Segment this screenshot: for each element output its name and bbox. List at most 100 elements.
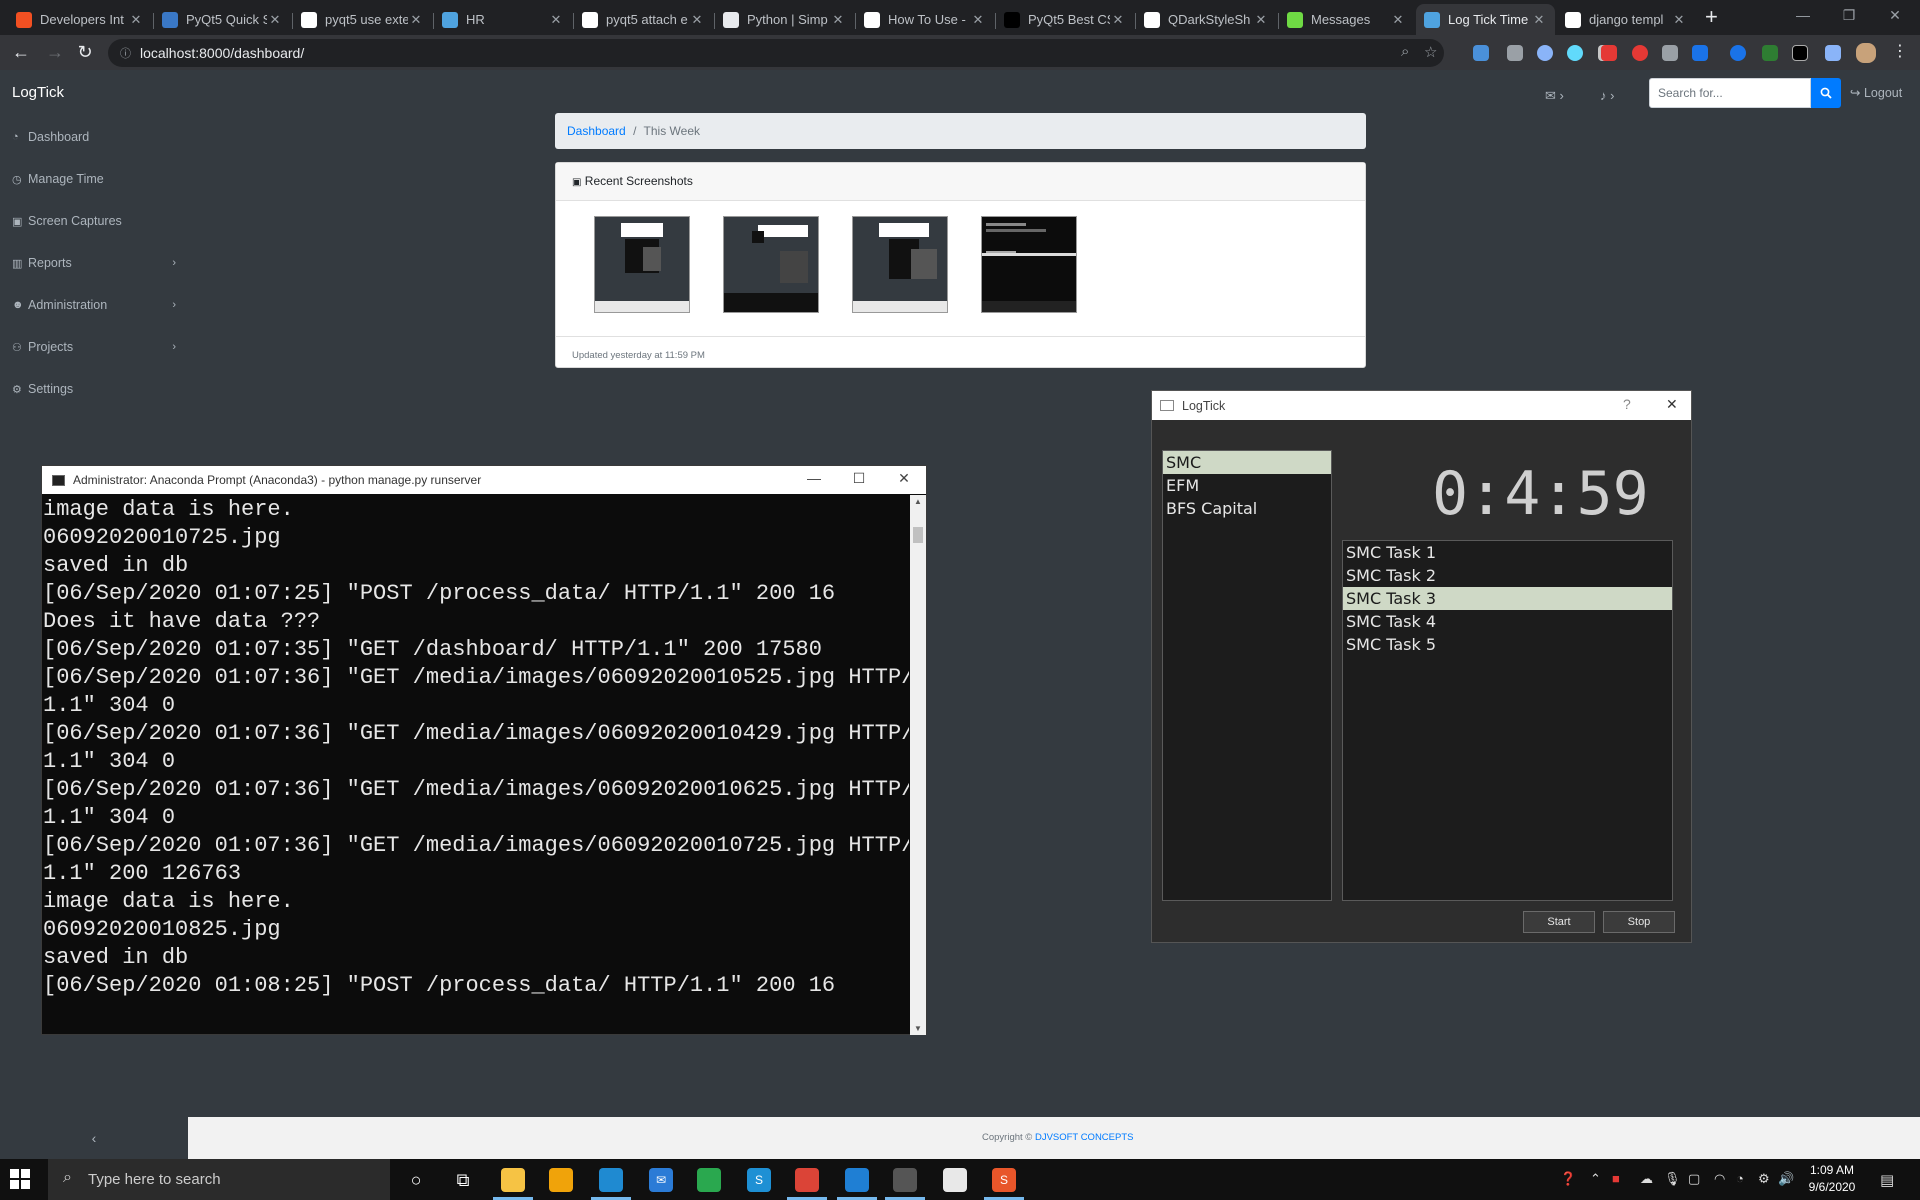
task-list-item[interactable]: SMC Task 1 <box>1343 541 1672 564</box>
taskbar-search-box[interactable]: ⌕ Type here to search <box>48 1159 390 1200</box>
adblock-icon[interactable] <box>1601 45 1617 61</box>
close-tab-icon[interactable]: ✕ <box>128 12 144 28</box>
sublime-icon[interactable]: S <box>992 1168 1016 1192</box>
extension-icon[interactable] <box>1662 45 1678 61</box>
messages-icon[interactable]: ✉ › <box>1545 88 1564 104</box>
extension-icon[interactable] <box>1473 45 1489 61</box>
project-list-item[interactable]: BFS Capital <box>1163 497 1331 520</box>
mail-icon[interactable]: ✉ <box>649 1168 673 1192</box>
address-bar[interactable]: ⓘ localhost:8000/dashboard/ ⌕ ☆ <box>108 39 1444 67</box>
scroll-up-arrow-icon[interactable]: ▲ <box>910 497 926 506</box>
task-list-item[interactable]: SMC Task 2 <box>1343 564 1672 587</box>
scrollbar-thumb[interactable] <box>913 527 923 543</box>
browser-tab[interactable]: Log Tick Time ✕ <box>1416 4 1555 35</box>
chrome-icon[interactable] <box>795 1168 819 1192</box>
task-list-item[interactable]: SMC Task 5 <box>1343 633 1672 656</box>
browser-tab[interactable]: django templ ✕ <box>1557 4 1695 35</box>
browser-tab[interactable]: PyQt5 Quick S ✕ <box>154 4 291 35</box>
close-tab-icon[interactable]: ✕ <box>1390 12 1406 28</box>
sidebar-item-reports[interactable]: ▥ Reports › <box>0 242 186 284</box>
browser-tab[interactable]: Python | Simp ✕ <box>715 4 854 35</box>
browser-tab[interactable]: Messages ✕ <box>1279 4 1414 35</box>
search-button[interactable] <box>1811 78 1841 108</box>
brand-logo[interactable]: LogTick <box>12 84 64 101</box>
browser-tab[interactable]: pyqt5 attach e ✕ <box>574 4 713 35</box>
chrome-menu-icon[interactable]: ⋮ <box>1888 41 1912 65</box>
breadcrumb-dashboard-link[interactable]: Dashboard <box>567 124 626 138</box>
file-explorer-icon[interactable] <box>501 1168 525 1192</box>
tray-app-icon[interactable]: ◔ <box>1736 1171 1744 1186</box>
minimize-window-button[interactable]: — <box>1780 0 1826 30</box>
notifications-icon[interactable]: ▤ <box>1880 1171 1894 1189</box>
profile-avatar[interactable] <box>1856 43 1876 63</box>
screenshot-thumbnail[interactable] <box>852 216 948 313</box>
skype-icon[interactable]: S <box>747 1168 771 1192</box>
console-maximize-button[interactable]: ☐ <box>849 470 869 487</box>
close-tab-icon[interactable]: ✕ <box>1253 12 1269 28</box>
project-list-item[interactable]: EFM <box>1163 474 1331 497</box>
edge-dev-icon[interactable] <box>697 1168 721 1192</box>
search-input[interactable]: Search for... <box>1649 78 1811 108</box>
bookmark-star-icon[interactable]: ☆ <box>1424 43 1437 61</box>
console-close-button[interactable]: ✕ <box>894 470 914 487</box>
help-button[interactable]: ? <box>1623 396 1631 412</box>
windows-start-icon[interactable] <box>10 1169 30 1189</box>
tray-app-icon[interactable]: ■ <box>1612 1171 1620 1186</box>
react-devtools-icon[interactable] <box>1567 45 1583 61</box>
sidebar-item-dashboard[interactable]: ◔ Dashboard <box>0 116 186 158</box>
task-view-icon[interactable]: ⧉ <box>451 1168 475 1192</box>
onedrive-icon[interactable]: ☁ <box>1640 1171 1653 1187</box>
console-minimize-button[interactable]: — <box>804 470 824 486</box>
zoom-icon[interactable]: ⌕ <box>1401 43 1409 60</box>
sidebar-item-administration[interactable]: ☻ Administration › <box>0 284 186 326</box>
cortana-icon[interactable]: ○ <box>404 1168 428 1192</box>
extension-icon[interactable] <box>1762 45 1778 61</box>
project-list-item[interactable]: SMC <box>1163 451 1331 474</box>
scroll-down-arrow-icon[interactable]: ▼ <box>910 1024 926 1033</box>
console-output[interactable]: image data is here. 06092020010725.jpg s… <box>43 495 909 1035</box>
new-tab-button[interactable]: + <box>1705 5 1718 29</box>
start-button[interactable]: Start <box>1523 911 1595 933</box>
sidebar-item-projects[interactable]: ⚇ Projects › <box>0 326 186 368</box>
close-tab-icon[interactable]: ✕ <box>970 12 986 28</box>
close-tab-icon[interactable]: ✕ <box>548 12 564 28</box>
browser-tab[interactable]: HR ✕ <box>434 4 572 35</box>
browser-tab[interactable]: pyqt5 use exte ✕ <box>293 4 432 35</box>
extensions-puzzle-icon[interactable] <box>1825 45 1841 61</box>
extension-icon[interactable] <box>1632 45 1648 61</box>
edge-icon[interactable] <box>599 1168 623 1192</box>
settings-tray-icon[interactable]: ⚙ <box>1758 1171 1770 1187</box>
close-tab-icon[interactable]: ✕ <box>1531 12 1547 28</box>
task-list-item[interactable]: SMC Task 3 <box>1343 587 1672 610</box>
sidebar-toggle-button[interactable]: ‹ <box>0 1117 188 1159</box>
console-scrollbar[interactable]: ▲ ▼ <box>910 495 926 1035</box>
restore-window-button[interactable]: ❐ <box>1826 0 1872 30</box>
logout-link[interactable]: ↪ Logout <box>1850 85 1902 100</box>
volume-icon[interactable]: 🔊 <box>1778 1171 1794 1187</box>
logtick-close-button[interactable]: ✕ <box>1666 396 1678 413</box>
browser-tab[interactable]: How To Use - ✕ <box>856 4 994 35</box>
tray-app-icon[interactable]: ▢ <box>1688 1171 1700 1187</box>
forward-button[interactable]: → <box>43 41 67 65</box>
notepad-icon[interactable] <box>943 1168 967 1192</box>
taskbar-clock[interactable]: 1:09 AM 9/6/2020 <box>1800 1162 1864 1196</box>
sidebar-item-settings[interactable]: ⚙ Settings <box>0 368 186 410</box>
console-titlebar[interactable]: Administrator: Anaconda Prompt (Anaconda… <box>42 466 926 494</box>
terminal-icon[interactable] <box>893 1168 917 1192</box>
close-tab-icon[interactable]: ✕ <box>830 12 846 28</box>
microphone-icon[interactable]: 🎙 <box>1664 1171 1681 1187</box>
logtick-titlebar[interactable]: LogTick ? ✕ <box>1152 391 1691 420</box>
reload-button[interactable]: ↻ <box>73 41 97 65</box>
extension-icon[interactable] <box>1537 45 1553 61</box>
sidebar-item-manage-time[interactable]: ◷ Manage Time <box>0 158 186 200</box>
extension-icon[interactable] <box>1507 45 1523 61</box>
close-window-button[interactable]: ✕ <box>1872 0 1918 30</box>
browser-tab[interactable]: Developers Int ✕ <box>8 4 152 35</box>
stop-button[interactable]: Stop <box>1603 911 1675 933</box>
store-icon[interactable] <box>549 1168 573 1192</box>
close-tab-icon[interactable]: ✕ <box>689 12 705 28</box>
extension-icon[interactable] <box>1792 45 1808 61</box>
browser-tab[interactable]: QDarkStyleSh ✕ <box>1136 4 1277 35</box>
company-link[interactable]: DJVSOFT CONCEPTS <box>1035 1132 1134 1143</box>
close-tab-icon[interactable]: ✕ <box>1110 12 1126 28</box>
